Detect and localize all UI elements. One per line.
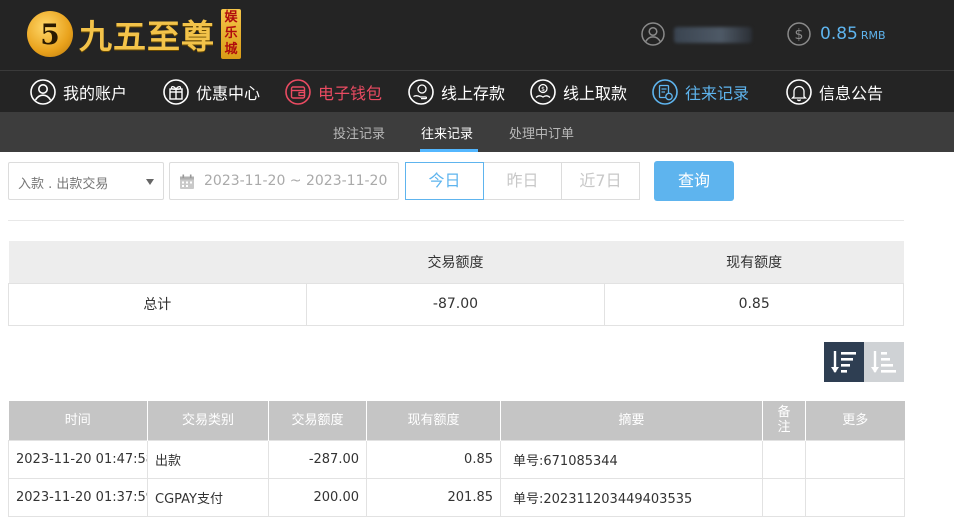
tab-transaction-records[interactable]: 往来记录 [421, 123, 473, 142]
transaction-type-select[interactable]: 入款 . 出款交易 [8, 162, 164, 200]
main-nav: 我的账户 优惠中心 电子钱包 线上存款 $ 线上取款 往来记录 信息公告 [0, 70, 954, 112]
date-range-value: 2023-11-20 ~ 2023-11-20 [204, 173, 388, 189]
sort-descending-icon [831, 351, 856, 373]
summary-header-row: 交易额度 现有额度 [8, 241, 904, 283]
column-header-more: 更多 [805, 401, 905, 440]
deposit-icon [408, 79, 434, 105]
gift-icon [163, 79, 189, 105]
balance-value: 0.85 [820, 24, 858, 44]
user-circle-icon [30, 79, 56, 105]
user-avatar-icon[interactable] [641, 22, 665, 46]
cell-time: 2023-11-20 01:47:58 [8, 439, 148, 479]
sub-nav: 投注记录 往来记录 处理中订单 [0, 112, 954, 152]
table-row: 2023-11-20 01:47:58 出款 -287.00 0.85 单号:6… [8, 439, 905, 479]
nav-transaction-records[interactable]: 往来记录 [651, 77, 749, 107]
active-tab-indicator [420, 149, 478, 152]
column-header-balance: 现有额度 [366, 401, 501, 440]
summary-total-row: 总计 -87.00 0.85 [8, 282, 904, 326]
divider [8, 220, 904, 221]
nav-label: 优惠中心 [196, 84, 261, 103]
cell-note [762, 439, 806, 479]
cell-type: 出款 [147, 439, 269, 479]
cell-type: CGPAY支付 [147, 477, 269, 517]
cell-time: 2023-11-20 01:37:59 [8, 477, 148, 517]
cell-summary: 单号:671085344 [500, 439, 763, 479]
logo-badge: 娱乐城 [221, 9, 241, 59]
nav-label: 线上取款 [563, 84, 628, 103]
today-button[interactable]: 今日 [405, 162, 484, 200]
wallet-icon [285, 79, 311, 105]
summary-header-cell [8, 241, 307, 283]
svg-text:$: $ [795, 27, 804, 43]
summary-header-cell: 交易额度 [306, 241, 605, 283]
nav-label: 我的账户 [63, 84, 128, 103]
nav-label: 线上存款 [441, 84, 506, 103]
records-header-row: 时间 交易类别 交易额度 现有额度 摘要 备注 更多 [8, 401, 905, 440]
nav-my-account[interactable]: 我的账户 [29, 77, 127, 107]
cell-more[interactable] [805, 439, 905, 479]
records-icon [652, 79, 678, 105]
site-logo[interactable]: 5 九五至尊 娱乐城 [27, 8, 241, 60]
logo-text: 九五至尊 [79, 17, 215, 56]
nav-online-deposit[interactable]: 线上存款 [407, 77, 505, 107]
tab-pending-orders[interactable]: 处理中订单 [509, 123, 574, 142]
cell-balance: 0.85 [366, 439, 501, 479]
summary-total-amount: -87.00 [305, 282, 606, 326]
cell-amount: 200.00 [268, 477, 367, 517]
cell-amount: -287.00 [268, 439, 367, 479]
dollar-coin-icon: $ [787, 22, 811, 46]
yesterday-button[interactable]: 昨日 [483, 162, 562, 200]
summary-total-label: 总计 [8, 282, 307, 326]
summary-table: 交易额度 现有额度 总计 -87.00 0.85 [8, 241, 904, 326]
nav-label: 信息公告 [819, 84, 884, 103]
column-header-time: 时间 [8, 401, 148, 440]
summary-total-balance: 0.85 [604, 282, 904, 326]
site-header: 5 九五至尊 娱乐城 $ 0.85 RMB [0, 0, 954, 70]
column-header-note: 备注 [762, 401, 806, 440]
nav-promotions[interactable]: 优惠中心 [162, 77, 260, 107]
query-button[interactable]: 查询 [654, 161, 734, 201]
balance-unit: RMB [860, 29, 886, 42]
select-value: 入款 . 出款交易 [18, 177, 109, 192]
table-row: 2023-11-20 01:37:59 CGPAY支付 200.00 201.8… [8, 477, 905, 517]
sort-ascending-icon [871, 351, 896, 373]
withdraw-icon: $ [530, 79, 556, 105]
calendar-icon [180, 174, 194, 189]
caret-down-icon [146, 179, 154, 185]
nav-online-withdraw[interactable]: $ 线上取款 [529, 77, 627, 107]
nav-label: 电子钱包 [318, 84, 383, 103]
records-table: 时间 交易类别 交易额度 现有额度 摘要 备注 更多 2023-11-20 01… [8, 401, 905, 517]
column-header-summary: 摘要 [500, 401, 763, 440]
cell-note [762, 477, 806, 517]
last-7-days-button[interactable]: 近7日 [561, 162, 640, 200]
quick-date-buttons: 今日 昨日 近7日 [405, 162, 640, 200]
sort-descending-button[interactable] [824, 342, 864, 382]
nav-label: 往来记录 [685, 84, 750, 103]
cell-summary: 单号:202311203449403535 [500, 477, 763, 517]
sort-ascending-button[interactable] [864, 342, 904, 382]
bell-icon [786, 79, 812, 105]
summary-header-cell: 现有额度 [604, 241, 904, 283]
column-header-amount: 交易额度 [268, 401, 367, 440]
svg-text:$: $ [541, 86, 545, 93]
username-redacted [674, 27, 752, 43]
tab-betting-records[interactable]: 投注记录 [333, 123, 385, 142]
nav-e-wallet[interactable]: 电子钱包 [284, 77, 382, 107]
logo-emblem: 5 [27, 11, 73, 57]
date-range-input[interactable]: 2023-11-20 ~ 2023-11-20 [169, 162, 399, 200]
column-header-type: 交易类别 [147, 401, 269, 440]
nav-announcements[interactable]: 信息公告 [785, 77, 883, 107]
cell-balance: 201.85 [366, 477, 501, 517]
account-balance: 0.85 RMB [820, 24, 886, 44]
cell-more[interactable] [805, 477, 905, 517]
